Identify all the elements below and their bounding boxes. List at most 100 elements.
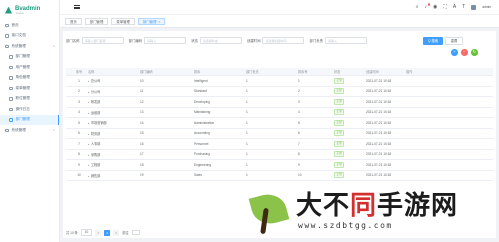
tab-item[interactable]: 首页 — [65, 17, 82, 25]
cell-idx: 1 — [78, 78, 80, 83]
hamburger-icon[interactable] — [74, 5, 80, 9]
cell-name: ▸ 工程部 — [86, 162, 138, 167]
column-header[interactable]: 部门编码 — [138, 69, 192, 74]
search-icon[interactable]: ⌕ — [416, 4, 419, 10]
reset-button[interactable]: 重置 — [445, 36, 463, 45]
sidebar-item[interactable]: 首页 — [0, 20, 59, 31]
sidebar-item[interactable]: 用户管理 — [0, 62, 59, 73]
chevron-icon: ∧ — [52, 44, 55, 49]
expand-icon[interactable]: ▸ — [88, 112, 89, 115]
sidebar-item[interactable]: 系统管理 ∨ — [0, 125, 59, 136]
sidebar-item[interactable]: 操作日志 — [0, 104, 59, 115]
column-header[interactable]: 排序 — [192, 69, 244, 74]
log-icon — [9, 107, 13, 111]
cell-seq: 5 — [298, 120, 300, 125]
sidebar-item[interactable]: 菜单管理 — [0, 83, 59, 94]
column-header[interactable]: 排序号 — [296, 69, 332, 74]
cell-idx: 10 — [77, 173, 81, 178]
sidebar-item-label: 职位管理 — [15, 96, 30, 101]
cell-time: 2021-07-21 10:18 — [366, 162, 392, 167]
table-row[interactable]: 1 ▸ 总公司 10 Intelligent 1 1 正常 2021-07-21 10:18 — [66, 76, 493, 87]
bell-icon[interactable]: ♪ • — [425, 2, 431, 10]
column-header[interactable]: 状态 — [332, 69, 364, 74]
search-field-input[interactable]: 请选择创建时间 — [262, 37, 305, 44]
search-button[interactable]: Q 搜索 — [423, 36, 443, 45]
expand-icon[interactable]: ▸ — [88, 91, 89, 94]
column-header[interactable]: 创建时间 — [364, 69, 404, 74]
sidebar-item[interactable]: 系统管理 ∧ — [0, 41, 59, 52]
role-icon — [9, 76, 13, 80]
cell-idx: 7 — [78, 141, 80, 146]
search-field-input[interactable]: 请输入 — [325, 37, 368, 44]
cell-sort: 1 — [246, 110, 248, 115]
cell-name-text: 人事部 — [90, 142, 101, 147]
column-header[interactable]: 部门负责 — [244, 69, 296, 74]
column-header[interactable]: 名称 — [86, 69, 138, 74]
expand-icon[interactable]: ▸ — [88, 164, 89, 167]
cell-name: ▸ 采购部 — [86, 152, 138, 157]
cell-id: 13 — [140, 110, 144, 115]
refresh-button[interactable]: ↻ — [471, 49, 478, 56]
cell-sort: 1 — [246, 78, 248, 83]
table-row[interactable]: 10 ▸ 销售部 19 Sales 1 10 正常 2021-07-21 10:18 — [66, 171, 493, 181]
size-icon[interactable]: T — [462, 4, 465, 10]
page-size-select[interactable]: 10 — [80, 229, 93, 236]
language-icon[interactable]: A — [453, 4, 456, 10]
github-icon[interactable]: ◉ — [433, 4, 437, 10]
tab-item[interactable]: 部门管理 — [84, 17, 109, 25]
table-row[interactable]: 3 ▸ 研发部 12 Developing 1 3 正常 2021-07-21 10:18 — [66, 97, 493, 108]
sidebar-item[interactable]: 部门管理 — [0, 114, 59, 125]
avatar[interactable] — [471, 4, 477, 10]
sidebar-item[interactable]: 职位管理 — [0, 94, 59, 105]
close-icon[interactable]: × — [158, 20, 160, 24]
sidebar-item[interactable]: 接口文档 — [0, 31, 59, 42]
table-row[interactable]: 5 ▸ 市场营销部 14 Administration 1 5 正常 2021-07-21 10… — [66, 118, 493, 129]
tab-item[interactable]: 菜单管理 — [111, 17, 135, 25]
cell-status: 正常 — [332, 98, 364, 105]
expand-icon[interactable]: ▸ — [88, 154, 89, 157]
table-row[interactable]: 4 ▸ 运维部 13 Maintaining 1 4 正常 2021-07-21 10:18 — [66, 108, 493, 118]
column-header[interactable]: 操作 — [404, 69, 444, 74]
expand-icon[interactable]: ▸ — [88, 80, 89, 83]
cell-status: 正常 — [332, 161, 364, 168]
column-header[interactable]: 序号 — [72, 69, 86, 74]
cell-idx: 3 — [78, 99, 80, 104]
table-row[interactable]: 8 ▸ 采购部 17 Purchasing 1 8 正常 2021-07-21 10:18 — [66, 150, 493, 160]
cell-seq: 10 — [298, 173, 302, 178]
sidebar: Bvadmin system 首页 接口文档 系统管理 ∧ 部门管理 用户管理 角色管理 菜单… — [0, 0, 60, 242]
cell-time: 2021-07-21 10:18 — [366, 152, 392, 157]
username[interactable]: admin — [482, 5, 491, 9]
table-row[interactable]: 9 ▸ 工程部 18 Engineering 1 9 正常 2021-07-21 10:18 — [66, 160, 493, 171]
cell-name: ▸ 人事部 — [86, 141, 138, 146]
page-number[interactable]: 1 — [104, 229, 111, 236]
expand-icon[interactable]: ▸ — [88, 122, 89, 125]
logo[interactable]: Bvadmin system — [0, 0, 59, 20]
system-icon — [5, 128, 9, 132]
cell-name: ▸ 财务部 — [86, 131, 138, 136]
fullscreen-icon[interactable]: ⛶ — [443, 4, 447, 10]
table-row[interactable]: 6 ▸ 财务部 15 Accounting 1 6 正常 2021-07-21 10:18 — [66, 129, 493, 139]
add-button[interactable]: + — [451, 49, 458, 56]
goto-page-input[interactable] — [131, 230, 140, 235]
sidebar-item[interactable]: 角色管理 — [0, 73, 59, 84]
expand-icon[interactable]: ▸ — [88, 133, 89, 136]
expand-icon[interactable]: ▸ — [88, 143, 89, 146]
search-field-input[interactable]: 请选择状态 — [199, 37, 242, 44]
search-field-input[interactable]: 请输入部门名称 — [81, 37, 124, 44]
user-icon — [9, 65, 13, 69]
cell-id: 11 — [140, 89, 144, 94]
cell-sort: 1 — [246, 99, 248, 104]
delete-button[interactable]: − — [461, 49, 468, 56]
cell-status: 正常 — [332, 172, 364, 179]
next-page-button[interactable]: > — [113, 229, 120, 236]
search-field-input[interactable]: 请输入 — [144, 37, 187, 44]
expand-icon[interactable]: ▸ — [88, 175, 89, 178]
sidebar-item[interactable]: 部门管理 — [0, 52, 59, 63]
prev-page-button[interactable]: < — [95, 229, 102, 236]
tab-item[interactable]: 部门管理 × — [137, 17, 166, 25]
table-row[interactable]: 7 ▸ 人事部 16 Personnel 1 7 正常 2021-07-21 10:18 — [66, 139, 493, 150]
cell-name-text: 运维部 — [90, 110, 101, 115]
cell-code: Intelligent — [194, 78, 208, 83]
expand-icon[interactable]: ▸ — [88, 101, 89, 104]
table-row[interactable]: 2 ▸ 分公司 11 Standard 1 2 正常 2021-07-21 10:18 — [66, 87, 493, 97]
